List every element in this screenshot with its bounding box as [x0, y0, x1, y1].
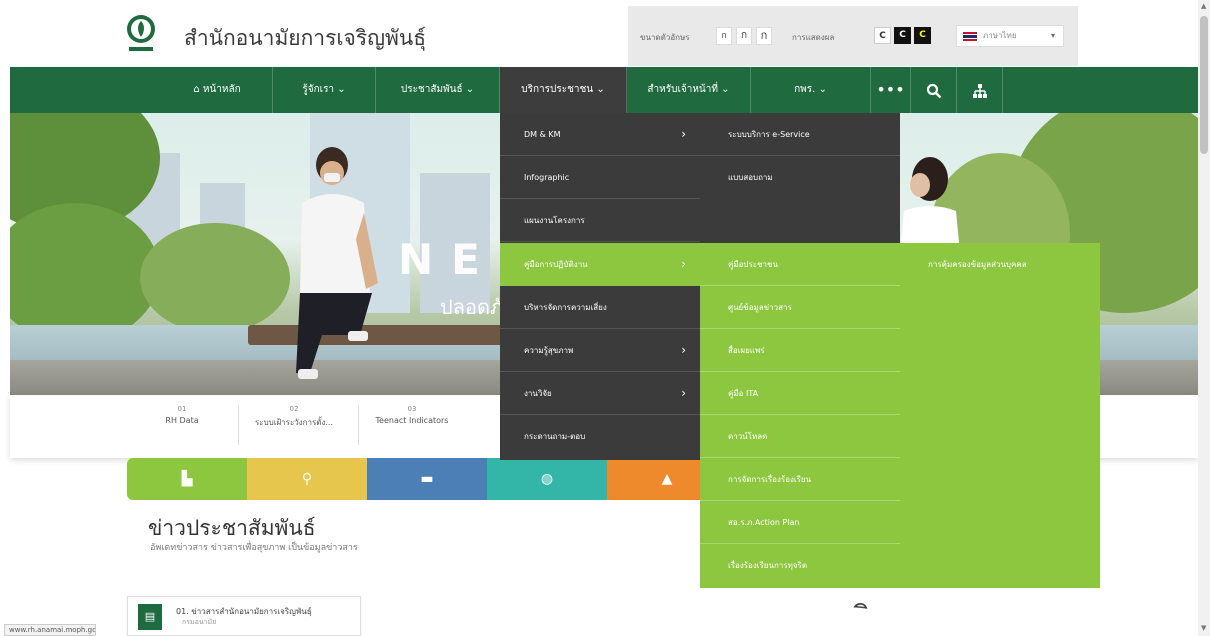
font-medium-button[interactable]: ก	[736, 27, 752, 45]
submenu-item[interactable]: สอ.ร.ภ.Action Plan	[700, 501, 900, 544]
submenu-item[interactable]: ศูนย์ข้อมูลข่าวสาร	[700, 286, 900, 329]
news-subheading: อัพเดทข่าวสาร ข่าวสารเพื่อสุขภาพ เป็นข้อ…	[150, 543, 358, 553]
person-illustration	[296, 147, 378, 379]
home-icon: ⌂	[193, 84, 200, 95]
language-select[interactable]: ภาษาไทย ▾	[956, 25, 1064, 47]
news-card[interactable]: ▤ 01. ข่าวสารสำนักอนามัยการเจริญพันธุ์ ก…	[127, 596, 361, 636]
divider	[238, 405, 239, 445]
quick-link-number: 01	[177, 405, 187, 413]
globe-icon[interactable]: ◍	[487, 458, 607, 500]
location-icon[interactable]: ⚲	[247, 458, 367, 500]
nav-item-pr[interactable]: ประชาสัมพันธ์ ⌄	[376, 67, 500, 113]
sitemap-icon[interactable]	[957, 67, 1003, 113]
chevron-right-icon: ›	[681, 257, 686, 271]
font-size-label: ขนาดตัวอักษร	[640, 33, 690, 42]
nav-item-label: ประชาสัมพันธ์	[400, 84, 463, 95]
person-illustration	[900, 157, 960, 253]
menu-item-infographic[interactable]: Infographic	[500, 156, 700, 199]
menu-item-label: กระดานถาม-ตอบ	[524, 432, 586, 441]
more-icon[interactable]: •••	[871, 67, 911, 113]
quick-link-label: Teenact Indicators	[375, 416, 449, 425]
quick-link-item[interactable]: 03 Teenact Indicators	[362, 405, 462, 425]
menu-item-label: แผนงานโครงการ	[524, 216, 585, 225]
nav-item-label: บริการประชาชน	[521, 84, 594, 95]
nav-item-label: รู้จักเรา	[302, 84, 335, 95]
nav-item-label: สำหรับเจ้าหน้าที่	[647, 84, 718, 95]
nav-item-home[interactable]: ⌂ หน้าหลัก	[162, 67, 273, 113]
submenu-item[interactable]: เรื่องร้องเรียนการทุจริต	[700, 544, 900, 587]
chevron-right-icon: ›	[681, 386, 686, 400]
quick-link-label: RH Data	[165, 416, 199, 425]
submenu-item[interactable]: คู่มือประชาชน	[700, 243, 900, 286]
divider	[358, 405, 359, 445]
submenu-item[interactable]: การจัดการเรื่องร้องเรียน	[700, 458, 900, 501]
language-value: ภาษาไทย	[983, 31, 1017, 40]
menu-item-survey[interactable]: แบบสอบถาม	[700, 156, 900, 199]
menu-item-risk[interactable]: บริหารจัดการความเสี่ยง	[500, 286, 700, 329]
menu-item-label: แบบสอบถาม	[728, 173, 773, 182]
menu-item-research[interactable]: งานวิจัย ›	[500, 372, 700, 415]
quick-link-item[interactable]: 02 ระบบเฝ้าระวังการตั้ง...	[244, 405, 344, 429]
chevron-down-icon: ⌄	[818, 84, 827, 95]
header-bar: สำนักอนามัยการเจริญพันธุ์ ขนาดตัวอักษร ก…	[0, 0, 1210, 67]
font-small-button[interactable]: ก	[716, 27, 732, 45]
menu-item-label: DM & KM	[524, 130, 561, 139]
contrast-yellow-button[interactable]: C	[914, 27, 931, 44]
menu-item-label: งานวิจัย	[524, 389, 552, 398]
submenu-item[interactable]: ดาวน์โหลด	[700, 415, 900, 458]
site-title[interactable]: สำนักอนามัยการเจริญพันธุ์	[184, 22, 426, 55]
vertical-scrollbar[interactable]: ▲ ▼	[1198, 0, 1210, 636]
status-bar: www.rh.anamai.moph.go.th	[4, 624, 96, 636]
accessibility-tools: ขนาดตัวอักษร ก ก ก การแสดงผล C C C ภาษาไ…	[628, 6, 1078, 66]
chevron-down-icon: ▾	[1050, 31, 1055, 40]
thai-flag-icon	[963, 32, 977, 41]
menu-item-eservice[interactable]: ระบบบริการ e-Service	[700, 113, 900, 156]
chevron-right-icon: ›	[681, 127, 686, 141]
page: สำนักอนามัยการเจริญพันธุ์ ขนาดตัวอักษร ก…	[0, 0, 1210, 636]
menu-item-qa[interactable]: กระดานถาม-ตอบ	[500, 415, 700, 458]
contrast-label: การแสดงผล	[792, 33, 835, 42]
menu-item-label: ระบบบริการ e-Service	[728, 130, 810, 139]
contrast-dark-button[interactable]: C	[894, 27, 911, 44]
nav-item-opdc[interactable]: กพร. ⌄	[751, 67, 871, 113]
menu-item-label: Infographic	[524, 173, 570, 182]
chevron-right-icon: ›	[681, 343, 686, 357]
menu-item-label: คู่มือการปฏิบัติงาน	[524, 260, 588, 269]
submenu-item[interactable]: คู่มือ ITA	[700, 372, 900, 415]
search-icon[interactable]	[911, 67, 957, 113]
database-icon[interactable]: ▬	[367, 458, 487, 500]
quick-link-item[interactable]: 01 RH Data	[132, 405, 232, 425]
chevron-down-icon: ⌄	[465, 84, 475, 95]
document-icon: ▤	[138, 604, 162, 630]
menu-item-plans[interactable]: แผนงานโครงการ	[500, 199, 700, 242]
nav-item-services[interactable]: บริการประชาชน ⌄	[500, 67, 627, 113]
quick-link-number: 03	[407, 405, 417, 413]
chevron-down-icon: ⌄	[721, 84, 730, 95]
menu-item-health-knowledge[interactable]: ความรู้สุขภาพ ›	[500, 329, 700, 372]
menu-item-label: บริหารจัดการความเสี่ยง	[524, 303, 607, 312]
nav-item-about[interactable]: รู้จักเรา ⌄	[273, 67, 376, 113]
main-nav: ⌂ หน้าหลัก รู้จักเรา ⌄ ประชาสัมพันธ์ ⌄ บ…	[10, 67, 1198, 113]
submenu-item[interactable]: การคุ้มครองข้อมูลส่วนบุคคล	[900, 243, 1100, 286]
factory-icon[interactable]: ▙	[127, 458, 247, 500]
font-large-button[interactable]: ก	[756, 27, 772, 45]
chevron-down-icon: ⌄	[337, 84, 346, 95]
menu-item-label: ความรู้สุขภาพ	[524, 346, 574, 355]
news-card-subtitle: กรมอนามัย	[182, 618, 217, 626]
nav-item-label: หน้าหลัก	[202, 84, 241, 95]
nav-item-label: กพร.	[794, 84, 816, 95]
menu-item-dm-km[interactable]: DM & KM ›	[500, 113, 700, 156]
logo-icon[interactable]	[126, 14, 156, 54]
contrast-normal-button[interactable]: C	[874, 27, 891, 44]
scroll-up-icon[interactable]: ▲	[1201, 2, 1206, 10]
scroll-down-icon[interactable]: ▼	[1201, 624, 1206, 632]
scrollbar-thumb[interactable]	[1200, 16, 1208, 154]
quick-link-label: ระบบเฝ้าระวังการตั้ง...	[254, 418, 334, 427]
nav-item-staff[interactable]: สำหรับเจ้าหน้าที่ ⌄	[627, 67, 751, 113]
chevron-down-icon: ⌄	[596, 84, 605, 95]
quick-link-number: 02	[289, 405, 299, 413]
menu-item-manuals[interactable]: คู่มือการปฏิบัติงาน ›	[500, 243, 700, 286]
submenu-item[interactable]: สื่อเผยแพร่	[700, 329, 900, 372]
